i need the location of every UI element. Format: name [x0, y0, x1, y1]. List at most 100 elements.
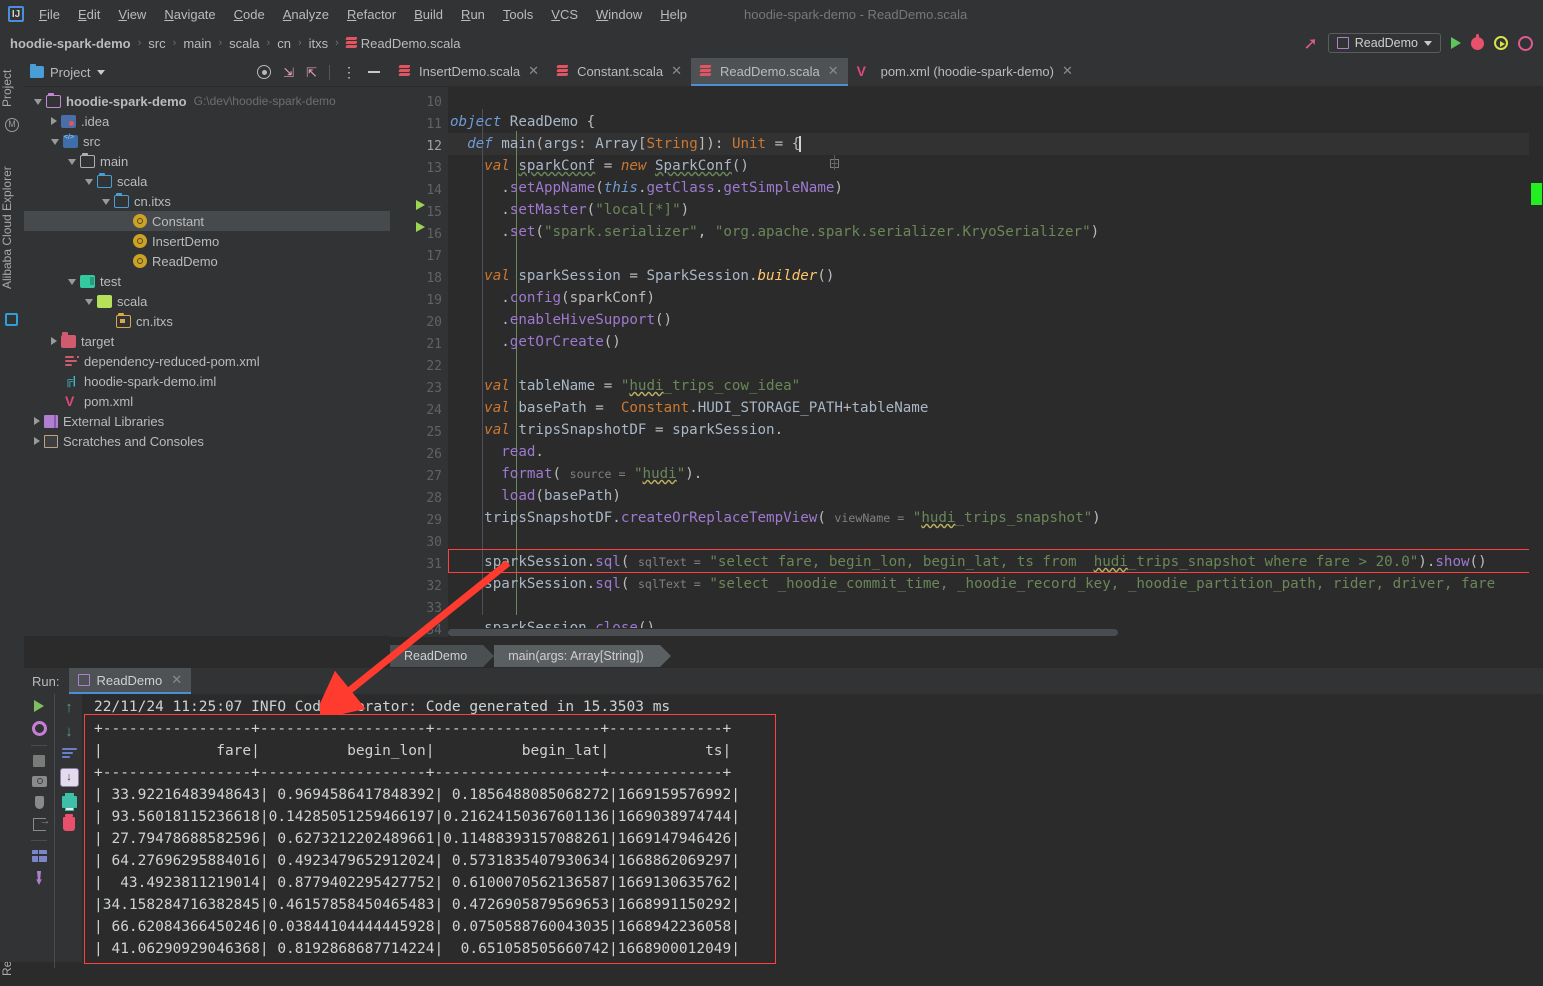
tree-node-pom-xml[interactable]: Vpom.xml: [24, 391, 390, 411]
run-gutter-icon[interactable]: [416, 200, 425, 210]
chevron-right-icon[interactable]: [34, 417, 40, 425]
menu-item-file[interactable]: File: [30, 3, 69, 26]
editor-scrollbar-vertical[interactable]: [1529, 87, 1543, 637]
chevron-right-icon[interactable]: [51, 117, 57, 125]
tree-node-external-libraries[interactable]: External Libraries: [24, 411, 390, 431]
menu-item-help[interactable]: Help: [651, 3, 696, 26]
chevron-down-icon[interactable]: [68, 159, 76, 165]
editor-scrollbar-horizontal[interactable]: [448, 628, 1529, 637]
tree-node-dependency-reduced-pom-xml[interactable]: dependency-reduced-pom.xml: [24, 351, 390, 371]
breadcrumb-method[interactable]: main(args: Array[String]): [494, 645, 672, 667]
menu-item-analyze[interactable]: Analyze: [274, 3, 338, 26]
tool-window-alibaba-cloud-explorer[interactable]: Alibaba Cloud Explorer: [0, 148, 24, 308]
menu-item-vcs[interactable]: VCS: [542, 3, 587, 26]
tree-node-cn-itxs[interactable]: cn.itxs: [24, 191, 390, 211]
stop-icon[interactable]: [33, 755, 45, 767]
chevron-right-icon[interactable]: [34, 437, 40, 445]
code-editor[interactable]: 10 11 12 13 14 15 16 17 18 19 20 21 22 23 24 25 26 27 28 29…: [390, 87, 1543, 637]
menu-item-edit[interactable]: Edit: [69, 3, 109, 26]
chevron-down-icon[interactable]: [68, 279, 76, 285]
editor-tab-constant-scala[interactable]: Constant.scala ✕: [548, 58, 691, 86]
soft-wrap-icon[interactable]: [61, 748, 77, 759]
pin-icon[interactable]: [36, 871, 42, 885]
chevron-down-icon[interactable]: [1424, 40, 1432, 46]
expand-all-icon[interactable]: ⇲: [283, 66, 294, 79]
tree-node-insertdemo[interactable]: InsertDemo: [24, 231, 390, 251]
tree-node-src[interactable]: src: [24, 131, 390, 151]
breadcrumb-item-hoodie-spark-demo[interactable]: hoodie-spark-demo: [0, 36, 133, 51]
editor-tab-pom-xml[interactable]: Vpom.xml (hoodie-spark-demo) ✕: [848, 58, 1082, 86]
menu-item-view[interactable]: View: [109, 3, 155, 26]
tree-node-main[interactable]: main: [24, 151, 390, 171]
rerun-icon[interactable]: [34, 700, 44, 712]
close-icon[interactable]: ✕: [671, 63, 682, 79]
breadcrumb-item-readdemo-scala[interactable]: ReadDemo.scala: [344, 36, 463, 51]
tree-node-readdemo[interactable]: ReadDemo: [24, 251, 390, 271]
close-icon[interactable]: ✕: [1062, 63, 1073, 79]
menu-item-run[interactable]: Run: [452, 3, 494, 26]
close-icon[interactable]: ✕: [171, 672, 182, 688]
clear-all-icon[interactable]: [63, 814, 75, 831]
tree-node-cn-itxs[interactable]: cn.itxs: [24, 311, 390, 331]
exit-icon[interactable]: [32, 815, 51, 831]
close-icon[interactable]: ✕: [828, 63, 839, 79]
run-icon[interactable]: [1451, 37, 1461, 49]
tool-window-project[interactable]: Project: [0, 60, 24, 116]
scroll-to-end-icon[interactable]: ↓: [59, 768, 79, 787]
chevron-down-icon[interactable]: [85, 299, 93, 305]
close-icon[interactable]: ✕: [528, 63, 539, 79]
scroll-up-icon[interactable]: ↑: [65, 700, 73, 715]
tree-node-scratches-and-consoles[interactable]: Scratches and Consoles: [24, 431, 390, 451]
breadcrumb-item-main[interactable]: main: [181, 36, 213, 51]
tree-node--idea[interactable]: .idea: [24, 111, 390, 131]
chevron-down-icon[interactable]: [51, 139, 59, 145]
run-tab-readdemo[interactable]: ReadDemo ✕: [69, 668, 192, 694]
hide-icon[interactable]: [368, 71, 380, 73]
menu-item-window[interactable]: Window: [587, 3, 651, 26]
menu-item-refactor[interactable]: Refactor: [338, 3, 405, 26]
target-icon[interactable]: [257, 65, 272, 79]
breadcrumb-item-src[interactable]: src: [146, 36, 167, 51]
print-icon[interactable]: [61, 793, 77, 811]
menu-item-code[interactable]: Code: [225, 3, 274, 26]
breadcrumb-class[interactable]: ReadDemo: [390, 645, 495, 667]
breadcrumb-item-scala[interactable]: scala: [227, 36, 261, 51]
code-text[interactable]: object ReadDemo { def main(args: Array[S…: [448, 87, 1543, 637]
cloud-explorer-icon[interactable]: [5, 313, 18, 326]
arrow-pink-icon[interactable]: ➚: [1304, 35, 1318, 52]
scroll-down-icon[interactable]: ↓: [65, 724, 73, 739]
more-options-icon[interactable]: ⋮: [342, 64, 356, 79]
profiler-icon[interactable]: [1518, 35, 1533, 51]
chevron-right-icon[interactable]: [51, 337, 57, 345]
chevron-down-icon[interactable]: [102, 199, 110, 205]
tree-node-hoodie-spark-demo-iml[interactable]: ╔| hoodie-spark-demo.iml: [24, 371, 390, 391]
run-coverage-icon[interactable]: [1494, 36, 1508, 50]
run-gutter-icon[interactable]: [416, 222, 425, 232]
layout-icon[interactable]: [31, 850, 47, 862]
editor-tab-insertdemo-scala[interactable]: InsertDemo.scala ✕: [390, 58, 548, 86]
chevron-down-icon[interactable]: [97, 69, 106, 75]
chevron-down-icon[interactable]: [34, 99, 42, 105]
tree-node-hoodie-spark-demo[interactable]: hoodie-spark-demo G:\dev\hoodie-spark-dem…: [24, 91, 390, 111]
menu-item-navigate[interactable]: Navigate: [155, 3, 224, 26]
tree-node-constant[interactable]: Constant: [24, 211, 390, 231]
chevron-down-icon[interactable]: [85, 179, 93, 185]
collapse-all-icon[interactable]: ⇱: [306, 66, 317, 79]
debug-icon[interactable]: [1471, 33, 1484, 50]
tree-node-scala[interactable]: scala: [24, 171, 390, 191]
console-output[interactable]: 22/11/24 11:25:07 INFO CodeGenerator: Co…: [82, 694, 1543, 964]
menu-item-build[interactable]: Build: [405, 3, 452, 26]
tree-node-test[interactable]: test: [24, 271, 390, 291]
maven-tool-icon[interactable]: M: [5, 118, 19, 132]
dump-threads-icon[interactable]: [31, 776, 47, 787]
editor-tab-readdemo-scala[interactable]: ReadDemo.scala ✕: [690, 58, 848, 86]
breadcrumb-item-cn[interactable]: cn: [275, 36, 293, 51]
breadcrumb-item-itxs[interactable]: itxs: [307, 36, 331, 51]
tree-node-target[interactable]: target: [24, 331, 390, 351]
run-configuration-selector[interactable]: ReadDemo: [1327, 33, 1441, 53]
tree-node-scala[interactable]: scala: [24, 291, 390, 311]
menu-item-tools[interactable]: Tools: [494, 3, 542, 26]
editor-gutter[interactable]: 10 11 12 13 14 15 16 17 18 19 20 21 22 23 24 25 26 27 28 29…: [390, 87, 448, 637]
settings-icon[interactable]: [31, 721, 47, 736]
plug-icon[interactable]: [34, 796, 44, 809]
